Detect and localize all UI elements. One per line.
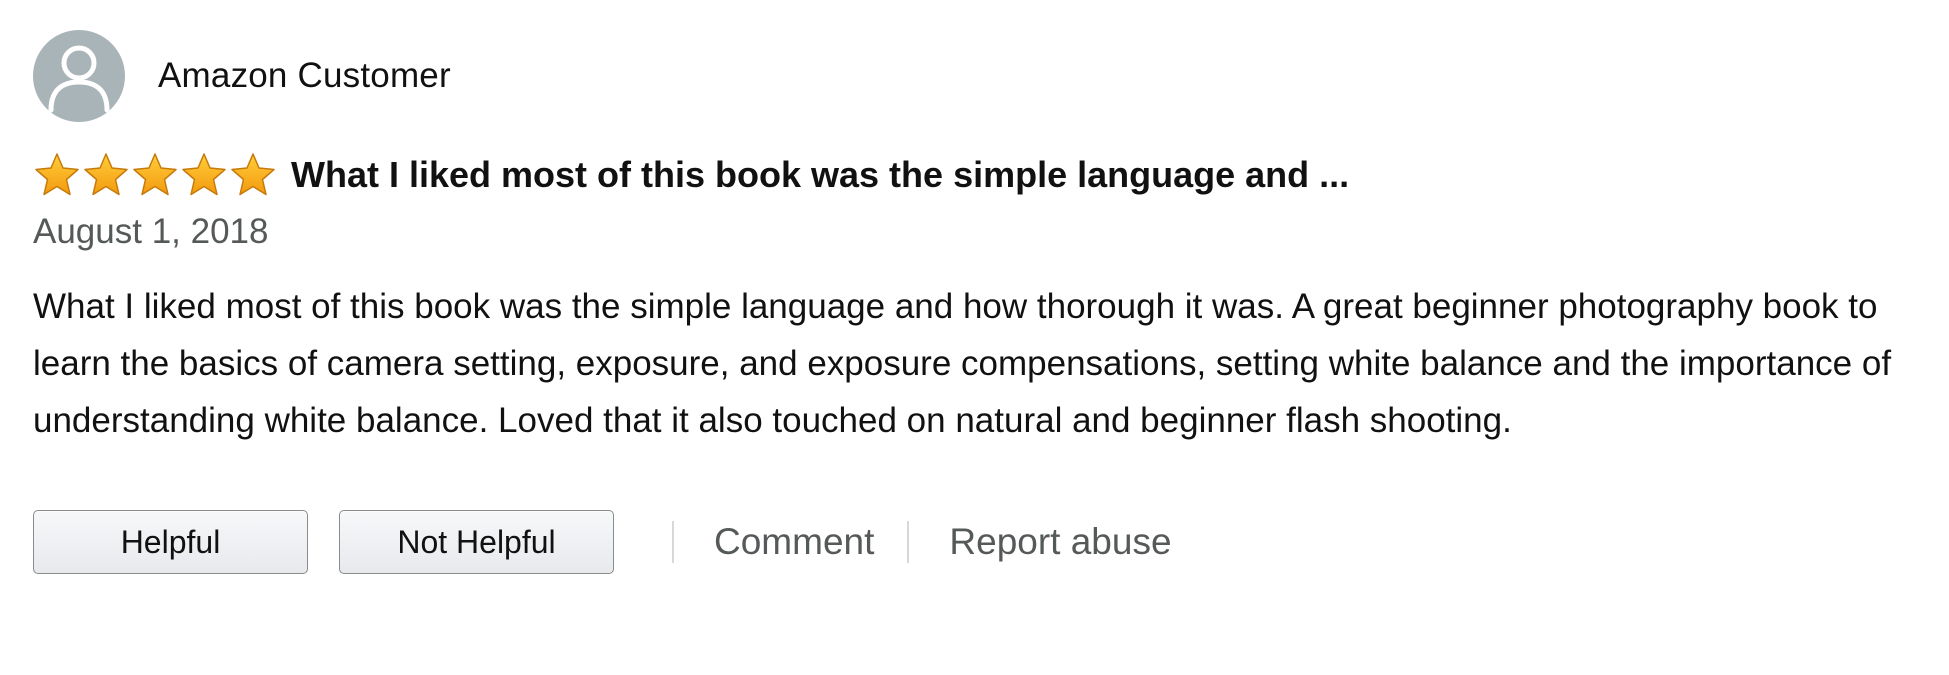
star-icon [231,153,275,196]
reviewer-name[interactable]: Amazon Customer [158,56,451,96]
reviewer-profile: Amazon Customer [33,30,1913,122]
review-actions: Helpful Not Helpful Comment Report abuse [33,509,1913,575]
star-icon [182,153,226,196]
review-title-row: What I liked most of this book was the s… [33,150,1913,200]
star-icon [35,153,79,196]
comment-link[interactable]: Comment [714,521,874,563]
divider [672,521,674,563]
review-body: What I liked most of this book was the s… [33,287,1892,440]
star-icon [84,153,128,196]
review-card: Amazon Customer What I liked most of thi… [33,30,1913,575]
helpful-button[interactable]: Helpful [33,510,308,574]
review-title[interactable]: What I liked most of this book was the s… [291,154,1349,196]
not-helpful-button[interactable]: Not Helpful [339,510,614,574]
divider [907,521,910,563]
user-silhouette-icon [48,45,110,113]
report-abuse-link[interactable]: Report abuse [949,521,1171,563]
star-rating[interactable] [33,152,277,198]
review-date: August 1, 2018 [33,212,269,251]
user-avatar-icon[interactable] [33,30,125,122]
star-icon [133,153,177,196]
